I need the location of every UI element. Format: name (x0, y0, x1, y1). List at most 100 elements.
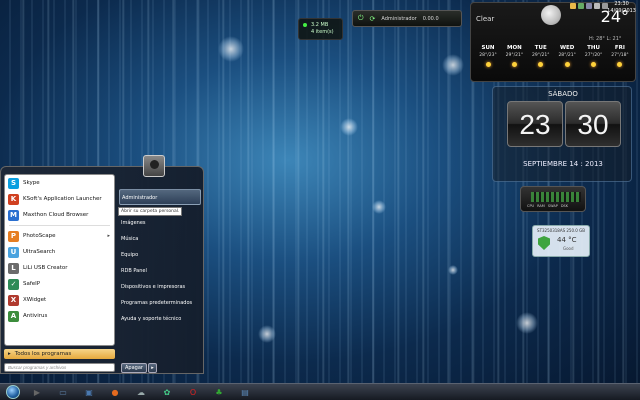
clock-date: SEPTIEMBRE 14 : 2013 (523, 160, 603, 168)
places-item[interactable]: Administrador (119, 189, 201, 205)
bokeh-light (372, 200, 386, 214)
program-icon: M (8, 209, 19, 221)
places-item[interactable]: Música (119, 231, 201, 247)
forecast-day: MON 29°/21° (501, 45, 527, 67)
taskbar-clock[interactable]: 23:30 14/09/2013 (607, 1, 636, 15)
places-item[interactable]: RDB Panel (119, 263, 201, 279)
cloud-icon[interactable]: ☁ (134, 386, 148, 398)
firefox-icon[interactable]: ● (108, 386, 122, 398)
program-item[interactable]: M Maxthon Cloud Browser (5, 207, 114, 223)
program-icon: K (8, 193, 19, 205)
sun-icon (538, 62, 544, 67)
shutdown-options-button[interactable]: ▸ (148, 363, 157, 373)
window-icon[interactable]: ▭ (56, 386, 70, 398)
bokeh-light (516, 312, 538, 334)
computer-icon[interactable]: ▣ (82, 386, 96, 398)
opera-icon[interactable]: O (186, 386, 200, 398)
bokeh-light (448, 265, 458, 275)
user-label: Administrador (381, 15, 417, 22)
program-item[interactable]: U UltraSearch (5, 244, 114, 260)
disk-temp: 44 °C (557, 236, 577, 244)
program-item[interactable]: ✓ SafeIP (5, 276, 114, 292)
disk-label: DSK (560, 204, 569, 208)
divider (9, 225, 110, 226)
start-menu: S Skype K KSoft's Application Launcher M… (0, 166, 204, 374)
all-programs-label: Todos los programas (14, 351, 72, 357)
program-label: LiLi USB Creator (23, 265, 68, 271)
counter-value: 0.00.0 (422, 15, 439, 22)
forecast-temps: 27°/20° (584, 53, 603, 58)
program-label: SafeIP (23, 281, 41, 287)
bokeh-light (218, 36, 244, 62)
tray-icon[interactable] (586, 3, 592, 9)
refresh-icon: ⟳ (369, 14, 376, 23)
explorer-icon[interactable]: ▤ (238, 386, 252, 398)
program-item[interactable]: P PhotoScape ▸ (5, 228, 114, 244)
forecast-day-name: SUN (481, 45, 495, 51)
clock-minute: 30 (565, 101, 621, 147)
system-monitor-gadget[interactable]: CPU RAM SWAP DSK (520, 186, 586, 212)
bokeh-light (340, 118, 358, 136)
shield-icon (538, 236, 550, 250)
start-button[interactable] (6, 385, 20, 399)
program-label: Maxthon Cloud Browser (23, 212, 89, 218)
places-item[interactable]: Imágenes (119, 215, 201, 231)
forecast-day: THU 27°/20° (581, 45, 607, 67)
places-item[interactable]: Ayuda y soporte técnico (119, 311, 201, 327)
avatar[interactable] (143, 155, 165, 177)
places-item[interactable]: Dispositivos e impresoras (119, 279, 201, 295)
program-label: UltraSearch (23, 249, 56, 255)
sun-icon (564, 62, 570, 67)
forecast-day: FRI 27°/18° (607, 45, 633, 67)
forecast-temps: 28°/21° (558, 53, 576, 58)
disk-status: Good (563, 246, 574, 251)
taskbar-time: 23:30 (614, 1, 629, 7)
day-name: SÁBADO (548, 90, 578, 98)
places-item[interactable]: Equipo (119, 247, 201, 263)
forecast-temps: 29°/21° (505, 53, 524, 58)
program-icon: A (8, 310, 19, 322)
sun-icon (511, 62, 517, 67)
disk-temperature-gadget[interactable]: ST3250318AS 250.0 GB 44 °C Good (532, 225, 590, 257)
forecast-day-name: FRI (614, 45, 625, 51)
forecast-day: TUE 29°/21° (528, 45, 554, 67)
submenu-arrow-icon: ▸ (107, 233, 110, 239)
sun-icon (485, 62, 491, 67)
search-input[interactable] (4, 363, 115, 372)
program-label: XWidget (23, 297, 47, 303)
app-icon[interactable]: ✿ (160, 386, 174, 398)
program-item[interactable]: S Skype (5, 175, 114, 191)
program-icon: X (8, 294, 19, 306)
recycle-gadget[interactable]: 3.2 MB 4 item(s) (298, 18, 343, 40)
places-item[interactable]: Programas predeterminados (119, 295, 201, 311)
user-bar-gadget[interactable]: ⏻ ⟳ Administrador 0.00.0 (352, 10, 462, 27)
tray-icon[interactable] (594, 3, 600, 9)
program-item[interactable]: X XWidget (5, 292, 114, 308)
program-label: PhotoScape (23, 233, 56, 239)
status-dot-icon (303, 23, 307, 27)
program-icon: ✓ (8, 278, 19, 290)
program-item[interactable]: A Antivirus (5, 308, 114, 324)
tray-icon[interactable] (570, 3, 576, 9)
program-label: KSoft's Application Launcher (23, 196, 102, 202)
forecast-day-name: MON (507, 45, 522, 51)
system-tray (570, 3, 608, 9)
disk-model: ST3250318AS 250.0 GB (537, 228, 585, 233)
program-icon: S (8, 177, 19, 189)
shutdown-button[interactable]: Apagar (121, 363, 147, 373)
program-label: Skype (23, 180, 40, 186)
cpu-label: CPU (527, 204, 535, 208)
forecast-day: SUN 28°/23° (475, 45, 501, 67)
tooltip: Abrir su carpeta personal. (118, 207, 182, 216)
media-player-icon[interactable]: ▶ (30, 386, 44, 398)
forecast-day-name: TUE (534, 45, 547, 51)
clover-icon[interactable]: ♣ (212, 386, 226, 398)
all-programs-button[interactable]: ▸ Todos los programas (4, 349, 115, 359)
tray-icon[interactable] (578, 3, 584, 9)
program-item[interactable]: K KSoft's Application Launcher (5, 191, 114, 207)
arrow-right-icon: ▸ (8, 351, 11, 357)
flip-clock-gadget[interactable]: SÁBADO 23 30 SEPTIEMBRE 14 : 2013 (492, 86, 632, 182)
moon-icon (541, 5, 561, 25)
program-item[interactable]: L LiLi USB Creator (5, 260, 114, 276)
swap-label: SWAP (547, 204, 558, 208)
